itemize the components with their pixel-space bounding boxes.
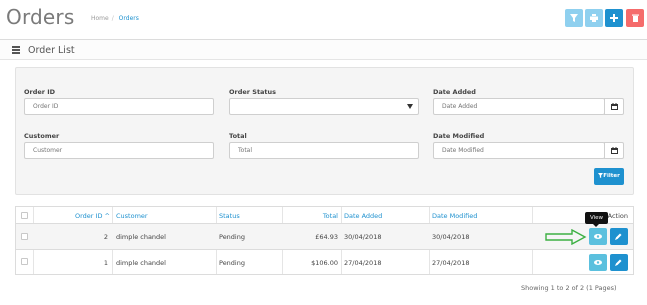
add-new-button[interactable] [605,9,623,27]
date-added-input[interactable] [433,98,605,115]
caret-down-icon [407,104,413,109]
page-title: Orders [6,5,75,29]
trash-icon [631,14,639,22]
order-id-label: Order ID [24,88,56,96]
pencil-icon [615,233,622,240]
print-icon [590,14,598,22]
pencil-icon [615,259,622,266]
order-id-input[interactable] [24,98,214,115]
edit-order-button[interactable] [610,254,628,271]
pagination-summary: Showing 1 to 2 of 2 (1 Pages) [521,284,617,292]
calendar-icon [611,147,618,154]
view-tooltip: View [585,212,609,227]
delete-button[interactable] [626,9,644,27]
panel-title: Order List [28,45,75,56]
total-label: Total [229,132,247,140]
calendar-icon [611,103,618,110]
column-total[interactable]: Total [283,212,338,220]
eye-icon [594,260,602,265]
cell-date-added: 27/04/2018 [344,259,382,267]
list-icon [12,46,20,54]
date-modified-input[interactable] [433,142,605,159]
column-customer[interactable]: Customer [116,212,148,220]
view-order-button[interactable] [589,254,607,271]
order-list-panel-heading: Order List [0,39,647,60]
sort-asc-icon: ^ [104,212,110,220]
row-checkbox[interactable] [21,258,28,265]
date-modified-calendar-button[interactable] [604,142,624,159]
filter-toggle-button[interactable] [565,9,583,27]
cell-status: Pending [219,233,245,241]
select-all-checkbox[interactable] [21,212,28,219]
customer-input[interactable] [24,142,214,159]
filter-panel: Order ID Order Status Date Added Custome… [15,67,634,195]
date-added-label: Date Added [433,88,476,96]
cell-total: $106.00 [311,259,338,267]
cell-order-id: 1 [103,259,108,267]
row-checkbox[interactable] [21,233,28,240]
order-status-select[interactable] [229,98,419,115]
breadcrumb-home[interactable]: Home [91,15,109,22]
cell-total: £64.93 [315,233,338,241]
annotation-arrow-icon [545,229,587,245]
cell-date-added: 30/04/2018 [344,233,382,241]
table-row: 2 dimple chandel Pending £64.93 30/04/20… [16,224,633,250]
view-order-button[interactable] [589,228,607,245]
breadcrumb: Home / Orders [91,15,142,22]
cell-status: Pending [219,259,245,267]
cell-customer: dimple chandel [116,233,166,241]
cell-order-id: 2 [103,233,108,241]
column-date-added[interactable]: Date Added [344,212,382,220]
order-status-label: Order Status [229,88,277,96]
customer-label: Customer [24,132,60,140]
breadcrumb-separator: / [111,15,114,22]
column-order-id[interactable]: Order ID ^ [34,212,110,220]
cell-date-modified: 27/04/2018 [432,259,470,267]
filter-icon [570,14,578,22]
cell-customer: dimple chandel [116,259,166,267]
table-row: 1 dimple chandel Pending $106.00 27/04/2… [16,250,633,275]
filter-button[interactable]: Filter [594,168,624,185]
column-status[interactable]: Status [219,212,240,220]
filter-button-label: Filter [603,173,620,179]
date-added-calendar-button[interactable] [604,98,624,115]
orders-table: Order ID ^ Customer Status Total Date Ad… [15,206,634,275]
plus-icon [610,14,618,22]
column-date-modified[interactable]: Date Modified [432,212,477,220]
cell-date-modified: 30/04/2018 [432,233,470,241]
print-button[interactable] [585,9,603,27]
date-modified-label: Date Modified [433,132,485,140]
table-header-row: Order ID ^ Customer Status Total Date Ad… [16,207,633,224]
edit-order-button[interactable] [610,228,628,245]
page-header: Orders Home / Orders [0,0,647,40]
breadcrumb-orders[interactable]: Orders [119,15,139,22]
total-input[interactable] [229,142,419,159]
eye-icon [594,234,602,239]
